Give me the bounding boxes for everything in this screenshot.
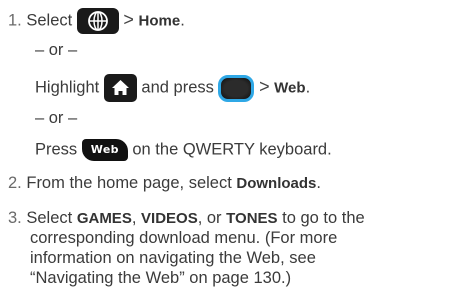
step-text: From the home page, select — [26, 174, 232, 192]
web-menu-label: Web — [274, 79, 306, 97]
step-number: 3. — [8, 209, 22, 227]
web-key-icon: Web — [81, 139, 128, 161]
navigation-key-icon — [218, 74, 255, 102]
step-3-line-3: information on navigating the Web, see — [30, 249, 316, 267]
highlight-instruction: Highlight and press > Web. — [35, 74, 310, 102]
home-icon — [103, 74, 137, 102]
home-menu-label: Home — [138, 12, 181, 30]
comma: , — [131, 209, 137, 227]
step-2: 2. From the home page, select Downloads. — [8, 173, 321, 194]
press-instruction: Press Web on the QWERTY keyboard. — [35, 139, 332, 161]
games-label: GAMES — [76, 210, 132, 227]
menu-separator: > — [123, 9, 134, 30]
step-3-line-4: “Navigating the Web” on page 130.) — [30, 269, 292, 287]
highlight-text: Highlight — [35, 78, 100, 97]
qwerty-text: on the QWERTY keyboard. — [132, 140, 332, 159]
step-3-line-2: corresponding download menu. (For more — [30, 229, 338, 247]
period: . — [305, 78, 311, 97]
period: . — [316, 174, 321, 192]
step-3: 3. Select GAMES, VIDEOS, or TONES to go … — [8, 208, 365, 229]
press-text: Press — [35, 140, 78, 159]
tones-label: TONES — [226, 210, 278, 227]
videos-label: VIDEOS — [141, 210, 198, 227]
menu-separator: > — [259, 76, 270, 97]
downloads-label: Downloads — [236, 175, 317, 192]
step-number: 1. — [8, 11, 22, 30]
period: . — [180, 11, 185, 30]
or-divider: – or – — [35, 109, 78, 127]
globe-icon — [76, 8, 119, 34]
and-press-text: and press — [141, 78, 214, 97]
step-text: to go to the — [282, 209, 365, 227]
or-text: , or — [197, 209, 222, 227]
step-number: 2. — [8, 174, 22, 192]
or-divider: – or – — [35, 41, 78, 59]
step-text: Select — [26, 209, 73, 227]
step-text: Select — [26, 11, 73, 30]
step-1: 1. Select > Home. — [8, 8, 185, 34]
